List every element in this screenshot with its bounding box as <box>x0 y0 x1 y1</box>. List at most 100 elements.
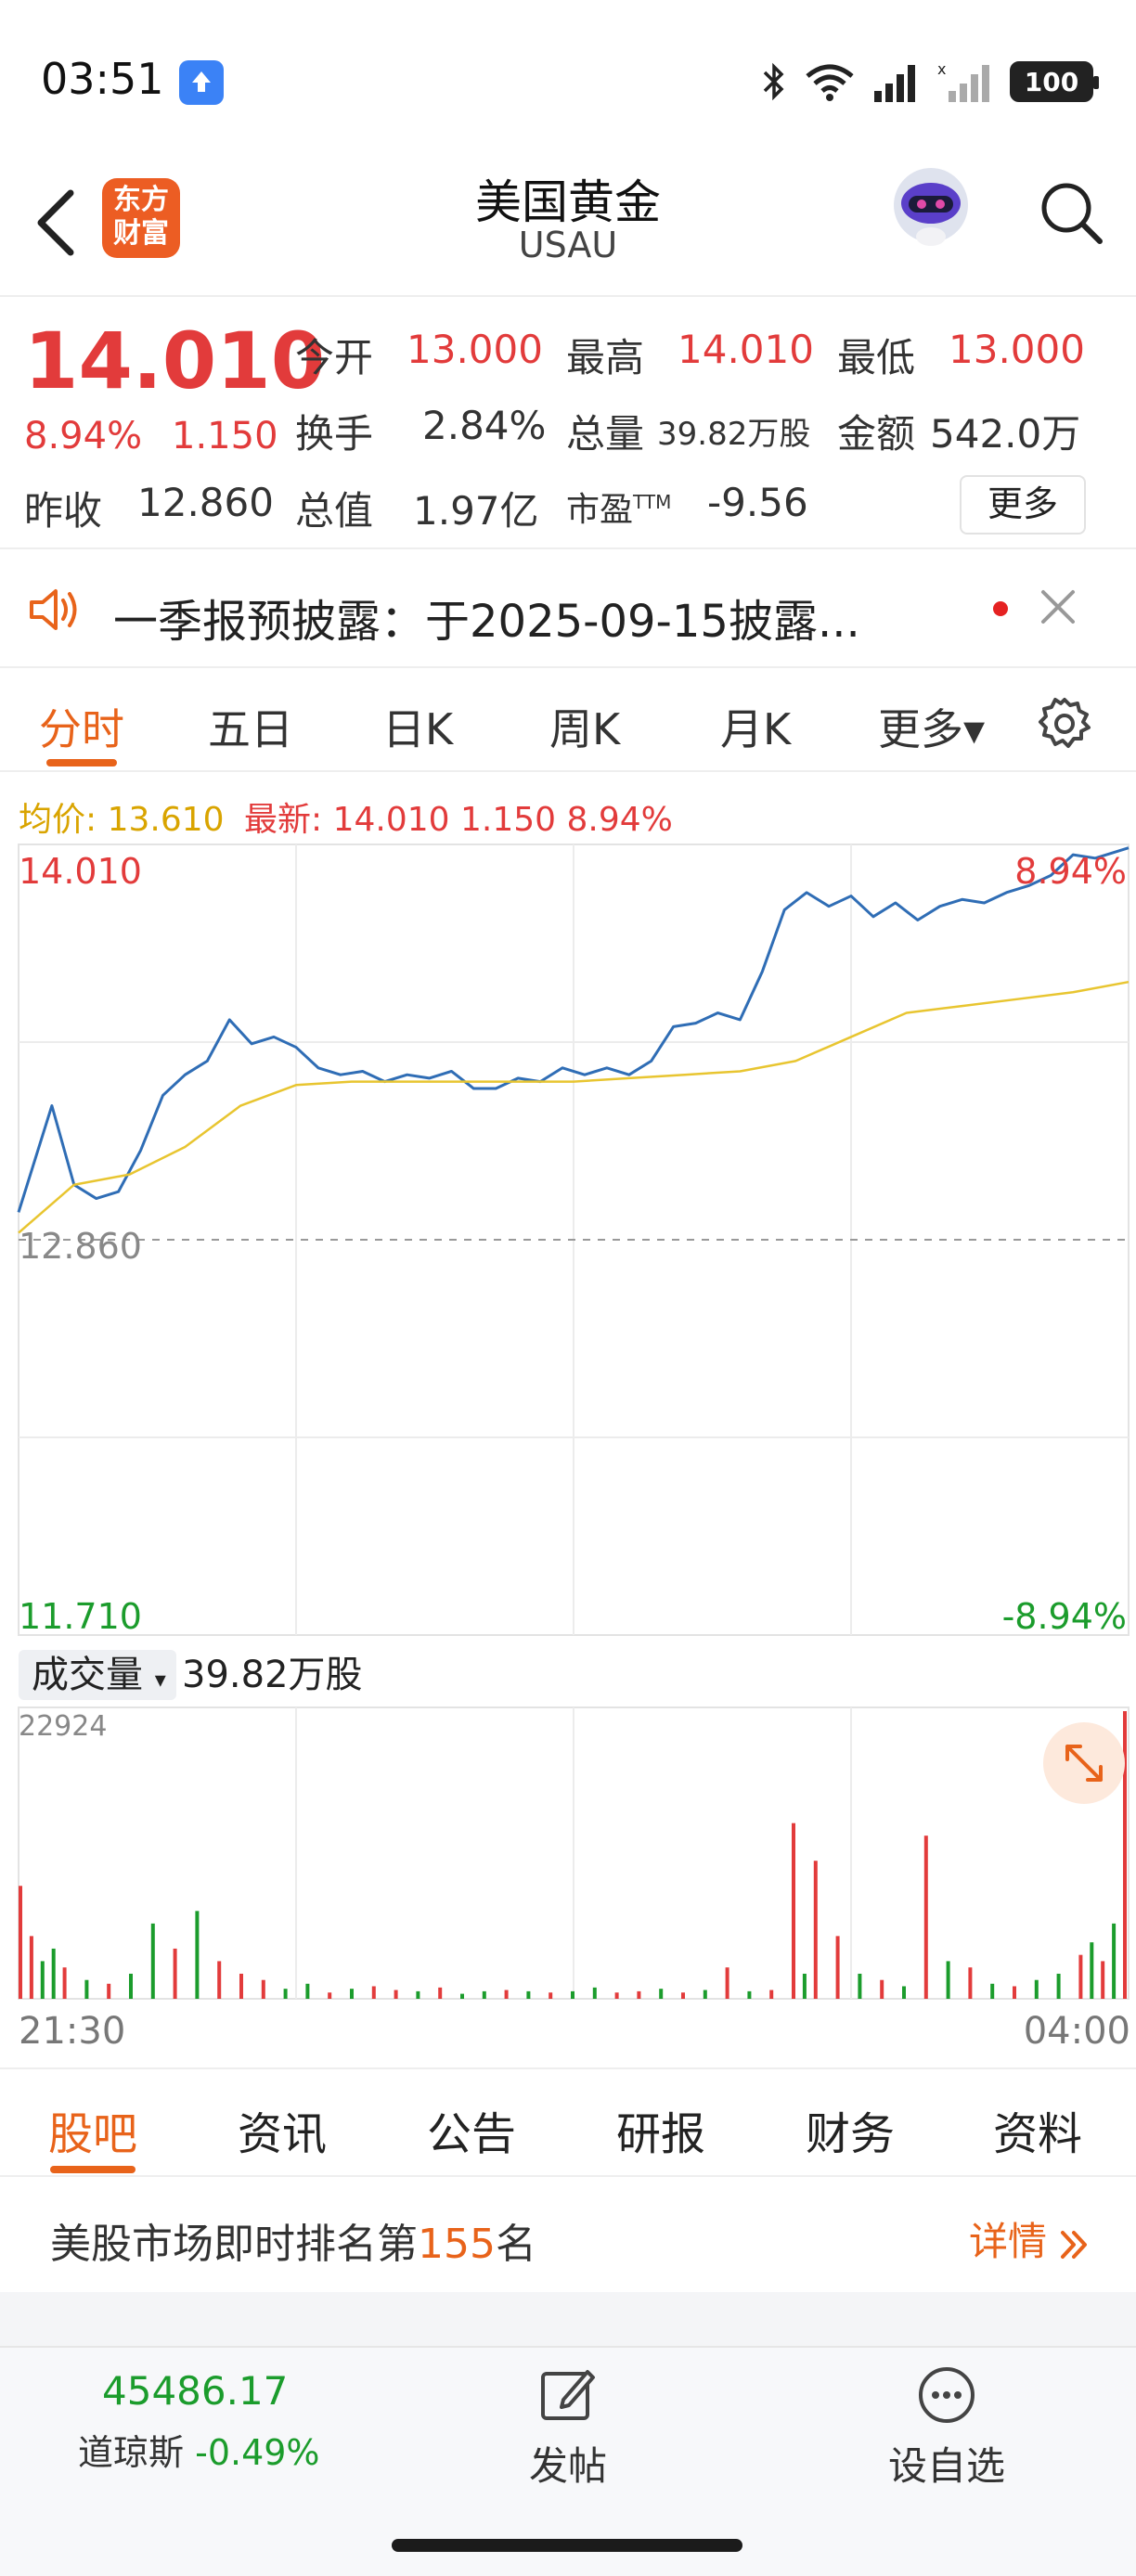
volume-bar <box>902 1986 906 1999</box>
content-tabs: 股吧 资讯 公告 研报 财务 资料 <box>0 2067 1136 2177</box>
latest-value: 14.010 1.150 8.94% <box>332 801 673 839</box>
pe-label-text: 市盈 <box>566 491 634 529</box>
double-chevron-right-icon <box>1061 2230 1088 2259</box>
header: 东方财富 美国黄金 USAU <box>0 158 1136 297</box>
notice-bar[interactable]: 一季报预披露：于2025-09-15披露... <box>0 551 1136 668</box>
volume-bar <box>482 1990 486 1999</box>
pe-label: 市盈TTM <box>566 483 671 531</box>
volume-bar <box>968 1967 973 1999</box>
tab-monthly-k[interactable]: 月K <box>720 696 791 757</box>
close-icon[interactable] <box>1038 586 1078 627</box>
volume-bar <box>1056 1973 1061 1999</box>
tab-more[interactable]: 更多▾ <box>878 696 985 757</box>
volume-bar <box>239 1973 243 1999</box>
tab-five-day[interactable]: 五日 <box>208 696 293 757</box>
index-label[interactable]: 道琼斯 -0.49% <box>78 2424 320 2475</box>
volume-bar <box>129 1973 133 1999</box>
rank-number: 155 <box>418 2221 496 2268</box>
high-value: 14.010 <box>678 327 814 372</box>
low-label: 最低 <box>837 335 916 380</box>
pe-value: -9.56 <box>707 480 808 525</box>
volume-bar <box>614 1992 619 1999</box>
gear-icon[interactable] <box>1037 696 1092 752</box>
chevron-down-icon: ▾ <box>154 1667 166 1693</box>
index-value[interactable]: 45486.17 <box>102 2368 288 2414</box>
favorite-label: 设自选 <box>887 2443 1005 2489</box>
status-icons: x 100 <box>761 58 1099 106</box>
tab-finance[interactable]: 财务 <box>806 2097 895 2162</box>
upload-icon <box>179 60 224 105</box>
detail-link[interactable]: 详情 <box>969 2210 1091 2267</box>
market-cap-value: 1.97亿 <box>413 488 539 534</box>
post-button[interactable]: 发帖 <box>522 2364 614 2494</box>
volume-bar <box>394 1990 398 1999</box>
tab-research[interactable]: 研报 <box>616 2097 705 2162</box>
add-favorite-button[interactable]: 设自选 <box>882 2364 1012 2494</box>
volume-bar <box>637 1990 641 1999</box>
home-indicator <box>392 2539 742 2552</box>
volume-bar <box>1101 1961 1105 1999</box>
intraday-price-chart[interactable]: 14.010 8.94% 12.860 11.710 -8.94% <box>0 835 1136 1652</box>
rank-row[interactable]: 美股市场即时排名第155名 详情 <box>0 2179 1136 2290</box>
open-label: 今开 <box>295 335 374 380</box>
avg-value: 13.610 <box>107 801 225 839</box>
y-label-top: 14.010 <box>19 851 142 892</box>
turnover-label: 换手 <box>295 411 374 457</box>
rank-prefix: 美股市场即时排名第 <box>50 2221 418 2268</box>
signal-icon <box>874 65 915 102</box>
change-amount: 1.150 <box>172 415 278 457</box>
volume-bar <box>681 1992 685 1999</box>
search-button[interactable] <box>1035 176 1109 251</box>
volume-bar <box>835 1936 840 1999</box>
more-button[interactable]: 更多 <box>960 475 1086 535</box>
pe-sup: TTM <box>633 491 672 513</box>
volume-bar <box>438 1987 443 1999</box>
volume-bar <box>371 1986 376 1999</box>
tab-intraday[interactable]: 分时 <box>39 696 124 757</box>
svg-text:x: x <box>937 61 946 78</box>
volume-bar <box>1034 1979 1039 1999</box>
prev-close-label: 昨收 <box>24 488 103 534</box>
x-label-end: 04:00 <box>1023 2010 1130 2053</box>
volume-bar <box>1090 1942 1094 1999</box>
robot-avatar-icon[interactable] <box>886 162 975 255</box>
more-dots-icon <box>919 2367 975 2423</box>
volume-bar <box>880 1979 884 1999</box>
volume-bar <box>460 1993 464 1999</box>
volume-bar <box>592 1987 597 1999</box>
tab-guba[interactable]: 股吧 <box>48 2097 137 2162</box>
tab-weekly-k[interactable]: 周K <box>549 696 620 757</box>
battery-icon: 100 <box>1010 61 1099 102</box>
volume-bar <box>261 1979 265 1999</box>
rank-text: 美股市场即时排名第155名 <box>50 2210 536 2270</box>
volume-bar <box>107 1983 111 1999</box>
tab-news[interactable]: 资讯 <box>238 2097 327 2162</box>
volume-bar <box>549 1992 553 1999</box>
status-bar: 03:51 x 100 <box>0 0 1136 158</box>
volume-total: 39.82万股 <box>182 1654 363 1696</box>
volume-bar <box>923 1835 928 1999</box>
open-value: 13.000 <box>407 327 543 372</box>
volume-chart[interactable]: 22924 <box>0 1704 1136 2001</box>
volume-value: 39.82万股 <box>657 416 811 453</box>
notice-text: 一季报预披露：于2025-09-15披露... <box>113 596 860 648</box>
high-label: 最高 <box>566 335 645 380</box>
volume-bar <box>792 1823 795 1999</box>
tab-underline <box>50 2166 136 2173</box>
volume-bar <box>217 1961 222 1999</box>
tab-profile[interactable]: 资料 <box>993 2097 1082 2162</box>
volume-bar <box>283 1989 288 1999</box>
tab-daily-k[interactable]: 日K <box>382 696 453 757</box>
chart-tabs: 分时 五日 日K 周K 月K 更多▾ <box>0 670 1136 772</box>
volume-indicator-select[interactable]: 成交量 ▾ <box>19 1650 176 1700</box>
tab-announcements[interactable]: 公告 <box>427 2097 516 2162</box>
amount-label: 金额 <box>837 411 916 457</box>
current-price: 14.010 <box>24 316 326 406</box>
volume-bar <box>526 1990 531 1999</box>
y-label-top-pct: 8.94% <box>1014 851 1127 892</box>
info-line: 均价: 13.610 最新: 14.010 1.150 8.94% <box>19 792 673 841</box>
volume-bar <box>747 1990 752 1999</box>
expand-icon[interactable] <box>1043 1722 1125 1804</box>
bluetooth-icon <box>763 62 784 101</box>
detail-label: 详情 <box>969 2219 1048 2264</box>
